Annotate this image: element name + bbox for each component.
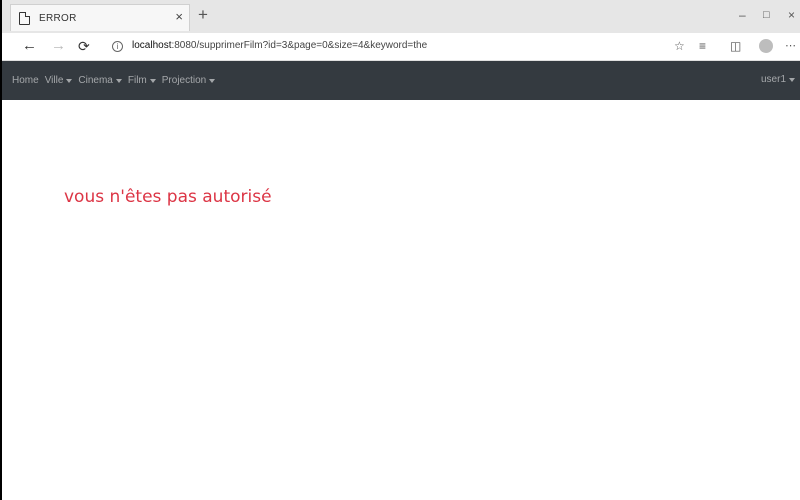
caret-down-icon (115, 78, 122, 83)
caret-down-icon (66, 78, 73, 83)
collections-icon[interactable]: ◫ (730, 39, 741, 53)
user-menu[interactable]: user1 (761, 74, 795, 85)
tab-strip: ERROR × + – □ × (2, 0, 800, 33)
nav-item-projection[interactable]: Projection (161, 75, 216, 86)
nav-item-label: Cinema (78, 75, 113, 86)
main-content: vous n'êtes pas autorisé (2, 100, 800, 500)
document-icon (19, 11, 30, 25)
app-navbar: Home Ville Cinema Film Projection user1 (2, 61, 800, 100)
address-bar: ← → ⟳ i localhost:8080/supprimerFilm?id=… (2, 33, 800, 61)
nav-item-ville[interactable]: Ville (45, 75, 73, 86)
maximize-icon[interactable]: □ (763, 8, 770, 22)
favorites-icon[interactable]: ≡ (699, 39, 706, 53)
url-host: localhost (132, 40, 172, 51)
close-tab-icon[interactable]: × (175, 10, 183, 24)
browser-tab[interactable]: ERROR × (10, 4, 190, 31)
tab-title: ERROR (39, 12, 77, 24)
nav-item-film[interactable]: Film (128, 75, 156, 86)
more-icon[interactable]: ⋯ (785, 39, 796, 53)
url-field[interactable]: localhost:8080/supprimerFilm?id=3&page=0… (132, 40, 427, 51)
caret-down-icon (789, 77, 795, 82)
url-path: :8080/supprimerFilm?id=3&page=0&size=4&k… (171, 40, 428, 51)
nav-item-label: Projection (161, 75, 207, 86)
new-tab-icon[interactable]: + (198, 6, 208, 24)
close-window-icon[interactable]: × (788, 8, 795, 22)
back-icon[interactable]: ← (22, 37, 37, 55)
profile-icon[interactable] (759, 39, 773, 53)
minimize-icon[interactable]: – (739, 8, 746, 22)
nav-item-label: Ville (44, 75, 64, 86)
forward-icon[interactable]: → (51, 37, 66, 55)
star-icon[interactable]: ☆ (674, 39, 685, 53)
caret-down-icon (209, 78, 216, 83)
refresh-icon[interactable]: ⟳ (78, 37, 90, 55)
user-name: user1 (760, 74, 786, 85)
nav-item-home[interactable]: Home (12, 75, 39, 86)
error-message: vous n'êtes pas autorisé (64, 187, 272, 207)
caret-down-icon (149, 78, 156, 83)
browser-window: ERROR × + – □ × ← → ⟳ i localhost:8080/s… (0, 0, 800, 500)
nav-item-cinema[interactable]: Cinema (78, 75, 122, 86)
nav-item-label: Home (12, 75, 39, 86)
info-icon[interactable]: i (112, 41, 123, 52)
nav-item-label: Film (127, 75, 147, 86)
